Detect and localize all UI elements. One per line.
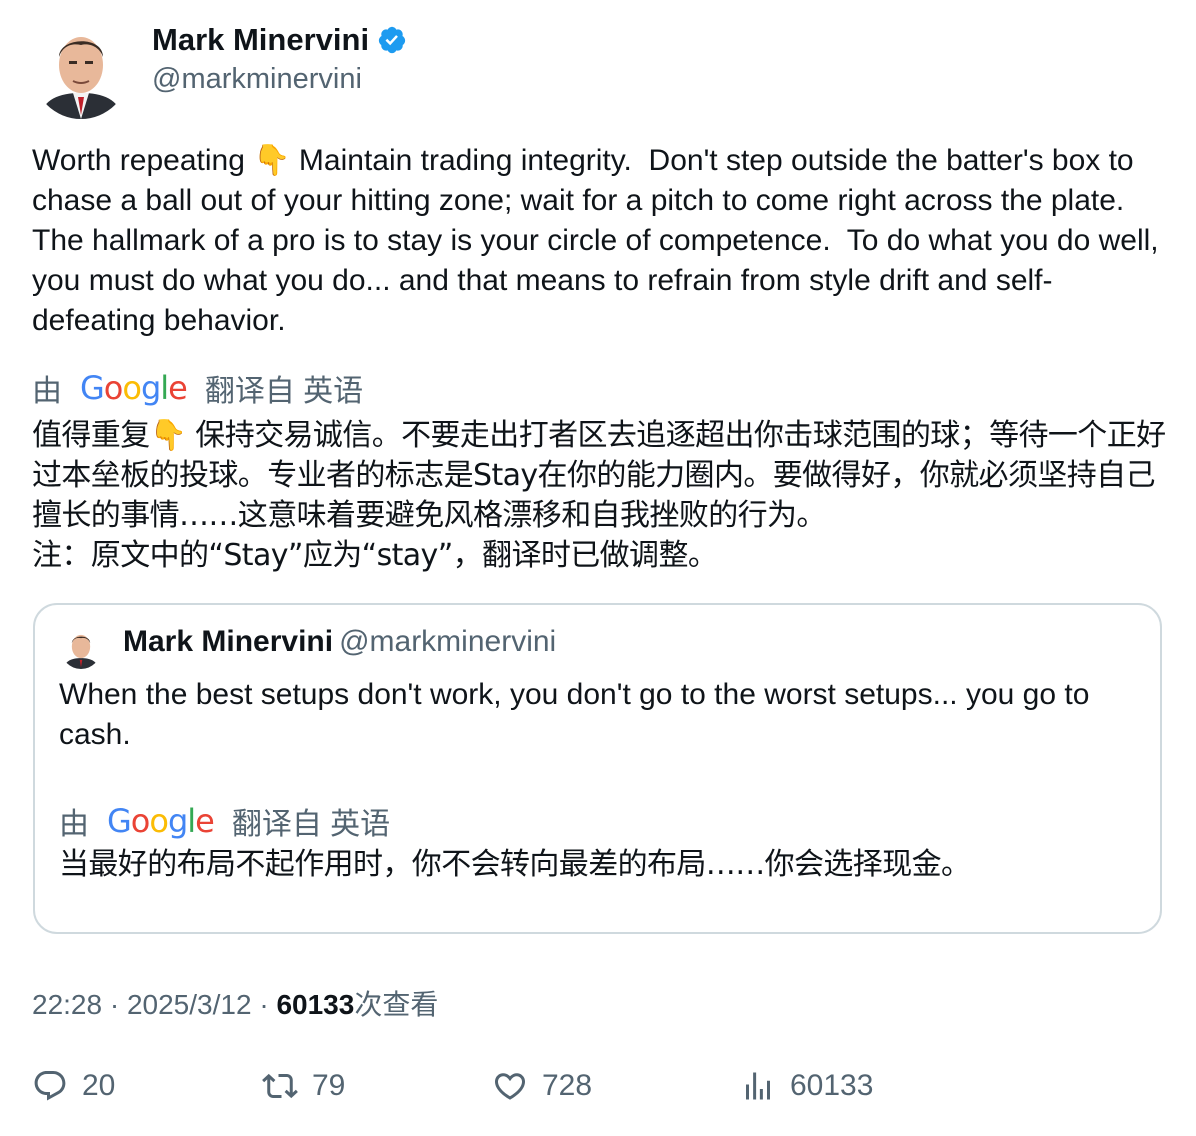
quoted-translation-by-prefix: 由 [59, 808, 89, 841]
tweet-meta: 22:28 · 2025/3/12 · 60133次查看 [32, 983, 438, 1023]
heart-icon [494, 1073, 526, 1100]
views-label: 次查看 [354, 989, 439, 1020]
verified-badge-icon [378, 26, 406, 54]
author-avatar[interactable] [33, 23, 129, 119]
views-count: 60133 [276, 989, 355, 1020]
google-logo-icon: Google [80, 369, 188, 407]
tweet-time[interactable]: 22:28 [32, 989, 102, 1020]
views-action-count: 60133 [790, 1069, 874, 1102]
quoted-translated-text: 当最好的布局不起作用时，你不会转向最差的布局……你会选择现金。 [59, 847, 971, 882]
author-handle[interactable]: @markminervini [152, 63, 362, 96]
translation-suffix: 翻译自 英语 [204, 375, 364, 408]
quoted-translation-suffix: 翻译自 英语 [231, 808, 391, 841]
like-button[interactable]: 728 [492, 1068, 592, 1104]
quoted-author-avatar [61, 629, 101, 669]
retweet-icon [262, 1073, 298, 1099]
like-count: 728 [542, 1069, 593, 1102]
quoted-author-header: Mark Minervini @markminervini [123, 625, 556, 659]
reply-button[interactable]: 20 [32, 1068, 115, 1104]
views-button[interactable]: 60133 [740, 1068, 873, 1104]
author-name-row[interactable]: Mark Minervini [152, 22, 407, 58]
retweet-count: 79 [312, 1069, 346, 1102]
author-name[interactable]: Mark Minervini [152, 22, 369, 58]
tweet-date[interactable]: 2025/3/12 [127, 989, 252, 1020]
quoted-translation-attribution: 由 Google 翻译自 英语 [59, 799, 390, 843]
translation-by-prefix: 由 [32, 375, 62, 408]
meta-separator: · [259, 989, 269, 1020]
translated-tweet-text: 值得重复👇 保持交易诚信。不要走出打者区去追逐超出你击球范围的球；等待一个正好过… [32, 418, 1166, 573]
quoted-author-name: Mark Minervini [123, 625, 334, 658]
translation-attribution: 由 Google 翻译自 英语 [32, 366, 363, 410]
reply-icon [34, 1071, 66, 1101]
google-logo-icon: Google [107, 802, 215, 840]
reply-count: 20 [82, 1069, 116, 1102]
retweet-button[interactable]: 79 [262, 1068, 345, 1104]
tweet-text: Worth repeating 👇 Maintain trading integ… [32, 144, 1167, 337]
meta-separator: · [109, 989, 120, 1020]
quoted-tweet-text: When the best setups don't work, you don… [59, 678, 1090, 751]
quoted-author-handle: @markminervini [339, 625, 557, 658]
analytics-icon [746, 1072, 770, 1100]
quoted-tweet-card[interactable]: Mark Minervini @markminervini When the be… [33, 603, 1162, 934]
